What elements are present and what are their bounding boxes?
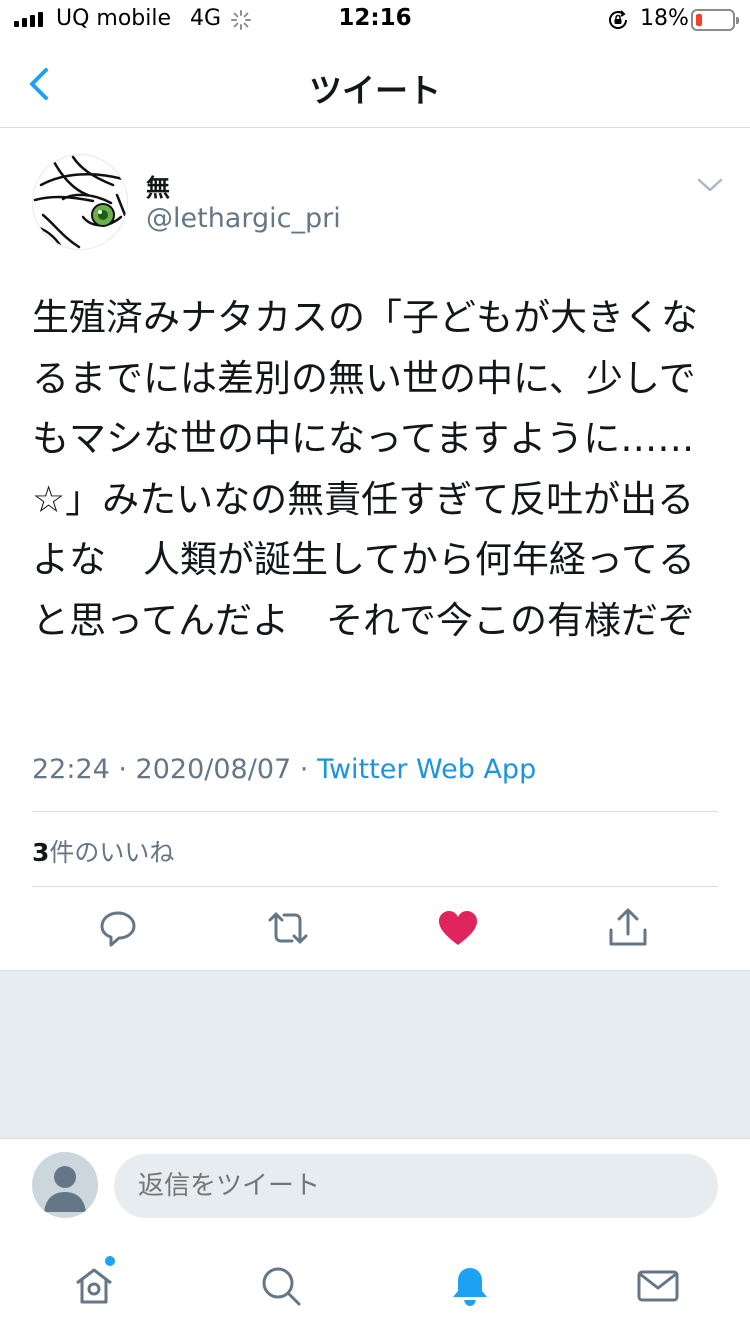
like-count-label: 件のいいね <box>49 838 175 867</box>
tweet-text: 生殖済みナタカスの「子どもが大きくなるまでには差別の無い世の中に、少しでもマシな… <box>32 296 698 642</box>
user-avatar[interactable] <box>32 1152 98 1218</box>
home-icon[interactable] <box>72 1264 116 1308</box>
status-time: 12:16 <box>338 5 412 31</box>
retweet-icon[interactable] <box>266 906 310 950</box>
tweet-source-link[interactable]: Twitter Web App <box>317 754 536 785</box>
author-avatar-image <box>33 155 127 249</box>
divider <box>32 886 718 887</box>
messages-icon[interactable] <box>636 1264 680 1308</box>
chevron-down-icon[interactable] <box>695 175 725 195</box>
empty-replies-area <box>0 970 750 1138</box>
search-icon[interactable] <box>259 1264 303 1308</box>
like-count: 3 <box>32 838 50 867</box>
tweet-meta: 22:24 · 2020/08/07 · Twitter Web App <box>32 754 536 785</box>
author-avatar[interactable] <box>32 154 128 250</box>
tweet-timestamp: 22:24 · 2020/08/07 · <box>32 754 317 785</box>
like-count-row[interactable]: 3件のいいね <box>32 833 174 869</box>
divider <box>32 811 718 812</box>
share-icon[interactable] <box>606 906 650 950</box>
rotation-lock-icon <box>609 10 628 29</box>
battery-percent: 18% <box>640 6 689 31</box>
heart-icon[interactable] <box>436 906 480 950</box>
new-content-dot <box>105 1256 115 1266</box>
author-display-name[interactable]: 無 <box>146 168 170 203</box>
reply-icon[interactable] <box>96 906 140 950</box>
navigation-bar: ツイート <box>0 40 750 128</box>
author-handle[interactable]: @lethargic_pri <box>146 203 341 234</box>
notifications-icon[interactable] <box>448 1264 492 1308</box>
reply-input[interactable] <box>114 1154 718 1218</box>
status-bar: UQ mobile 4G 12:16 18% <box>0 0 750 40</box>
page-title: ツイート <box>309 71 441 110</box>
default-avatar-icon <box>44 1166 86 1212</box>
battery-icon <box>691 9 739 31</box>
